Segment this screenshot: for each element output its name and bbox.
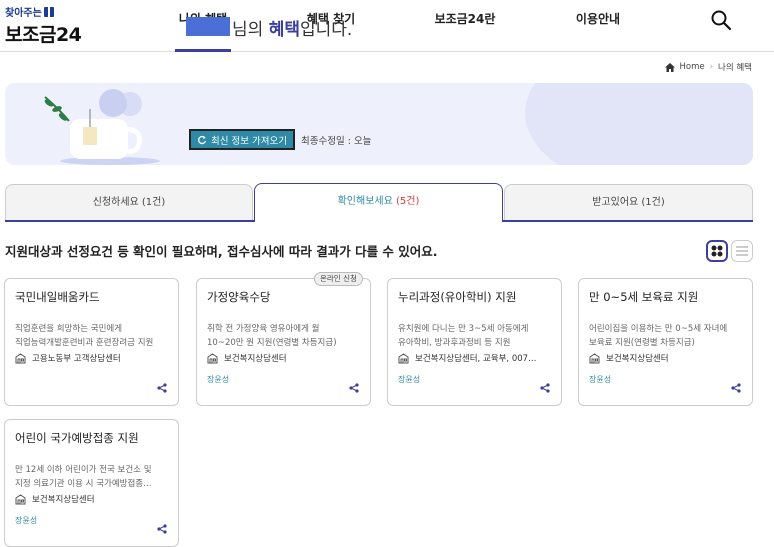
building-icon <box>398 352 409 363</box>
last-updated-text: 최종수정일 : 오늘 <box>301 136 372 147</box>
home-icon <box>664 62 675 72</box>
card-description: 취학 전 가정양육 영유아에게 월 10~20만 원 지원(연령별 차등지급) <box>207 324 337 348</box>
card-organization: 보건복지상담센터, 교육부, 007… <box>398 352 556 364</box>
card-tag: 장윤성 <box>207 375 230 384</box>
card-description: 어린이집을 이용하는 만 0~5세 자녀에 보육료 지원(연령별 차등지급) <box>589 324 728 348</box>
benefit-card[interactable]: 온라인 신청 가정양육수당 취학 전 가정양육 영유아에게 월 10~20만 원 … <box>196 272 371 406</box>
building-icon <box>15 352 26 363</box>
card-description: 유치원에 다니는 만 3~5세 아동에게 유아학비, 방과후과정비 등 지원 <box>398 324 529 348</box>
user-name-redacted <box>186 17 230 36</box>
card-title: 어린이 국가예방접종 지원 <box>15 431 139 445</box>
online-apply-badge: 온라인 신청 <box>314 272 363 286</box>
tab-underline-left <box>5 220 254 222</box>
refresh-label: 최신 정보 가져오기 <box>211 135 287 147</box>
card-title: 국민내일배움카드 <box>15 290 100 304</box>
share-icon[interactable] <box>157 383 167 393</box>
card-organization: 보건복지상담센터 <box>207 352 365 364</box>
site-logo[interactable]: 찾아주는 보조금24 <box>5 4 85 46</box>
list-icon <box>736 246 748 256</box>
breadcrumb-home[interactable]: Home <box>680 62 705 72</box>
logo-text: 보조금24 <box>5 24 82 46</box>
breadcrumb: Home › 나의 혜택 <box>664 61 752 73</box>
breadcrumb-current: 나의 혜택 <box>718 63 752 73</box>
card-title: 가정양육수당 <box>207 290 271 304</box>
card-tag: 장윤성 <box>398 375 421 384</box>
banner-title: 님의 혜택입니다. <box>232 20 353 40</box>
search-icon[interactable] <box>710 9 732 31</box>
grid-view-button[interactable] <box>706 240 728 262</box>
card-description: 직업훈련을 희망하는 국민에게 직업능력개발훈련비과 훈련장려금 지원 <box>15 324 154 348</box>
benefit-card[interactable]: 국민내일배움카드 직업훈련을 희망하는 국민에게 직업능력개발훈련비과 훈련장려금… <box>4 278 179 406</box>
benefit-card[interactable]: 누리과정(유아학비) 지원 유치원에 다니는 만 3~5세 아동에게 유아학비, … <box>387 278 562 406</box>
tab-underline-right <box>503 220 753 222</box>
card-tag: 장윤성 <box>15 516 38 525</box>
tab-apply[interactable]: 신청하세요 (1건) <box>5 184 253 222</box>
card-description: 만 12세 이하 어린이가 전국 보건소 및 지정 의료기관 이용 시 국가예방접… <box>15 465 152 489</box>
tab-check[interactable]: 확인해보세요 (5건) <box>254 183 503 222</box>
card-title: 만 0~5세 보육료 지원 <box>589 290 699 304</box>
refresh-info-button[interactable]: 최신 정보 가져오기 <box>189 129 295 150</box>
share-icon[interactable] <box>540 383 550 393</box>
tab-receiving[interactable]: 받고있어요 (1건) <box>504 184 753 222</box>
building-icon <box>207 352 218 363</box>
card-organization: 보건복지상담센터 <box>589 352 747 364</box>
card-organization: 고용노동부 고객상담센터 <box>15 352 173 364</box>
teacup-illustration <box>44 89 160 165</box>
building-icon <box>15 493 26 504</box>
view-toggle <box>706 240 753 262</box>
benefit-tabs: 신청하세요 (1건) 확인해보세요 (5건) 받고있어요 (1건) <box>5 183 753 222</box>
benefit-card[interactable]: 만 0~5세 보육료 지원 어린이집을 이용하는 만 0~5세 자녀에 보육료 지… <box>578 278 753 406</box>
notice-text: 지원대상과 선정요건 등 확인이 필요하며, 접수심사에 따라 결과가 다를 수… <box>5 244 438 259</box>
card-title: 누리과정(유아학비) 지원 <box>398 290 517 304</box>
breadcrumb-separator: › <box>709 62 714 72</box>
nav-guide[interactable]: 이용안내 <box>570 0 626 52</box>
banner-decoration <box>525 83 753 165</box>
share-icon[interactable] <box>157 524 167 534</box>
share-icon[interactable] <box>731 383 741 393</box>
site-header: 찾아주는 보조금24 나의 혜택 혜택 찾기 보조금24란 이용안내 <box>0 0 774 52</box>
share-icon[interactable] <box>349 383 359 393</box>
nav-about[interactable]: 보조금24란 <box>430 0 500 52</box>
list-view-button[interactable] <box>731 240 753 262</box>
card-tag: 장윤성 <box>589 375 612 384</box>
card-organization: 보건복지상담센터 <box>15 493 173 505</box>
building-icon <box>589 352 600 363</box>
benefit-banner <box>5 83 753 165</box>
refresh-icon <box>198 135 207 144</box>
grid-icon <box>711 245 723 257</box>
gift-icon <box>43 6 54 17</box>
logo-tagline: 찾아주는 <box>5 8 42 19</box>
